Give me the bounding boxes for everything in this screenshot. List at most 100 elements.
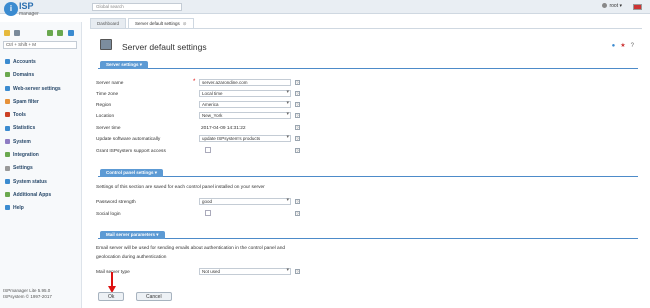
region-select[interactable]: America <box>199 101 291 108</box>
help-icon[interactable]: ? <box>295 125 300 130</box>
home-icon[interactable] <box>14 30 21 36</box>
time-zone-select[interactable]: Local time <box>199 90 291 97</box>
copyright-text: ISPsystem © 1997-2017 <box>3 294 52 299</box>
server-settings-toggle[interactable]: Server settings ▾ <box>100 61 149 69</box>
social-login-label: Social login <box>96 212 121 217</box>
tab-dashboard[interactable]: Dashboard <box>90 18 127 28</box>
help-icon <box>5 205 10 211</box>
accounts-icon <box>5 59 10 65</box>
location-select[interactable]: New_York <box>199 112 291 119</box>
update-select[interactable]: update ISPsystem's products <box>199 135 291 142</box>
mail-server-toggle[interactable]: Mail server parameters ▾ <box>100 231 165 239</box>
help-icon[interactable]: ? <box>295 91 300 96</box>
sidebar-item-integration[interactable]: Integration <box>0 149 82 162</box>
title-actions: ● ★? <box>607 42 634 49</box>
help-icon[interactable]: ? <box>295 136 300 141</box>
favorite-star-icon[interactable]: ★ <box>620 42 625 49</box>
location-label: Location <box>96 114 115 119</box>
server-name-row: Server name * server.azarondine.com ? <box>96 79 636 89</box>
help-icon[interactable]: ? <box>295 102 300 107</box>
help-icon[interactable]: ? <box>295 269 300 274</box>
user-name: root <box>609 3 619 9</box>
logo-sub: manager <box>19 11 39 17</box>
required-icon: * <box>193 79 196 85</box>
help-icon[interactable]: ? <box>295 211 300 216</box>
logo-main: ISP <box>19 1 34 11</box>
social-login-checkbox[interactable] <box>205 210 211 216</box>
close-tab-icon[interactable]: ⊘ <box>183 21 187 26</box>
sidebar-tools <box>4 30 77 38</box>
sidebar-item-web-server-settings[interactable]: Web-server settings <box>0 83 82 96</box>
sidebar-item-additional-apps[interactable]: Additional Apps <box>0 189 82 202</box>
isp-logo[interactable]: i ISP manager <box>4 2 52 22</box>
control-panel-toggle[interactable]: Control panel settings ▾ <box>100 169 164 177</box>
pin-icon[interactable] <box>67 30 74 36</box>
star-icon[interactable] <box>4 30 10 36</box>
location-row: Location New_York ? <box>96 112 636 122</box>
sidebar-item-system[interactable]: System <box>0 136 82 149</box>
statistics-icon <box>5 125 10 131</box>
tab-bar: Dashboard Server default settings ⊘ <box>90 18 196 28</box>
sidebar-item-statistics[interactable]: Statistics <box>0 122 82 135</box>
server-time-label: Server time <box>96 126 121 131</box>
sidebar-item-tools[interactable]: Tools <box>0 109 82 122</box>
sidebar-footer: ISPmanager Lite 5.95.0 ISPsystem © 1997-… <box>3 288 52 300</box>
region-row: Region America ? <box>96 101 636 111</box>
mail-server-type-select[interactable]: Not used <box>199 268 291 275</box>
system-icon <box>5 138 10 144</box>
global-search-input[interactable]: Global search <box>92 3 182 11</box>
mail-server-note-2: geolocation during authentication <box>96 255 167 260</box>
sidebar: Ctrl + Shift + M Accounts Domains Web-se… <box>0 22 82 308</box>
password-strength-row: Password strength good ? <box>96 198 636 208</box>
help-question-icon[interactable]: ? <box>631 43 634 49</box>
server-name-label: Server name <box>96 81 124 86</box>
server-settings-section-header[interactable]: Server settings ▾ <box>98 61 638 69</box>
help-icon[interactable]: ? <box>295 113 300 118</box>
menu-filter-input[interactable]: Ctrl + Shift + M <box>3 41 77 49</box>
sidebar-item-system-status[interactable]: System status <box>0 176 82 189</box>
grant-access-row: Grant ISPsystem support access ? <box>96 147 636 157</box>
integration-icon <box>5 152 10 158</box>
main-content: Server default settings ● ★? Server setti… <box>90 28 642 278</box>
time-zone-row: Time zone Local time ? <box>96 90 636 100</box>
password-strength-select[interactable]: good <box>199 198 291 205</box>
mail-server-type-row: Mail server type Not used ? <box>96 268 636 278</box>
help-icon[interactable]: ? <box>295 148 300 153</box>
refresh-icon[interactable]: ● <box>612 43 616 49</box>
time-zone-label: Time zone <box>96 92 119 97</box>
sidebar-item-spam-filter[interactable]: Spam filter <box>0 96 82 109</box>
sidebar-item-help[interactable]: Help <box>0 202 82 215</box>
sidebar-item-settings[interactable]: Settings <box>0 162 82 175</box>
user-icon <box>602 3 608 9</box>
grant-access-label: Grant ISPsystem support access <box>96 149 166 154</box>
collapse-icon[interactable] <box>57 30 64 36</box>
control-panel-note: Settings of this section are saved for e… <box>96 185 265 190</box>
sidebar-menu: Accounts Domains Web-server settings Spa… <box>0 56 82 216</box>
cancel-button[interactable]: Cancel <box>136 292 172 301</box>
web-server-icon <box>5 85 10 91</box>
user-menu[interactable]: root ▾ <box>602 3 622 9</box>
server-time-row: Server time 2017-04-09 14:31:22 ? <box>96 124 636 134</box>
update-row: Update software automatically update ISP… <box>96 135 636 145</box>
tab-server-default-settings[interactable]: Server default settings ⊘ <box>128 18 194 28</box>
region-label: Region <box>96 103 112 108</box>
additional-apps-icon <box>5 192 10 198</box>
page-title: Server default settings <box>122 42 207 52</box>
server-name-input[interactable]: server.azarondine.com <box>199 79 291 86</box>
mail-server-note-1: Email server will be used for sending em… <box>96 246 286 251</box>
domains-icon <box>5 72 10 78</box>
server-settings-icon <box>100 39 112 50</box>
sidebar-item-accounts[interactable]: Accounts <box>0 56 82 69</box>
help-icon[interactable]: ? <box>295 80 300 85</box>
expand-icon[interactable] <box>46 30 53 36</box>
help-icon[interactable]: ? <box>295 199 300 204</box>
control-panel-section-header[interactable]: Control panel settings ▾ <box>98 169 638 177</box>
mail-server-section-header[interactable]: Mail server parameters ▾ <box>98 231 638 239</box>
logo-icon: i <box>4 2 18 16</box>
grant-access-checkbox[interactable] <box>205 147 211 153</box>
settings-icon <box>5 165 10 171</box>
sidebar-item-domains[interactable]: Domains <box>0 69 82 82</box>
ok-button[interactable]: Ok <box>98 292 125 301</box>
top-bar: Global search root ▾ <box>0 0 650 14</box>
language-flag-icon[interactable] <box>633 4 642 10</box>
